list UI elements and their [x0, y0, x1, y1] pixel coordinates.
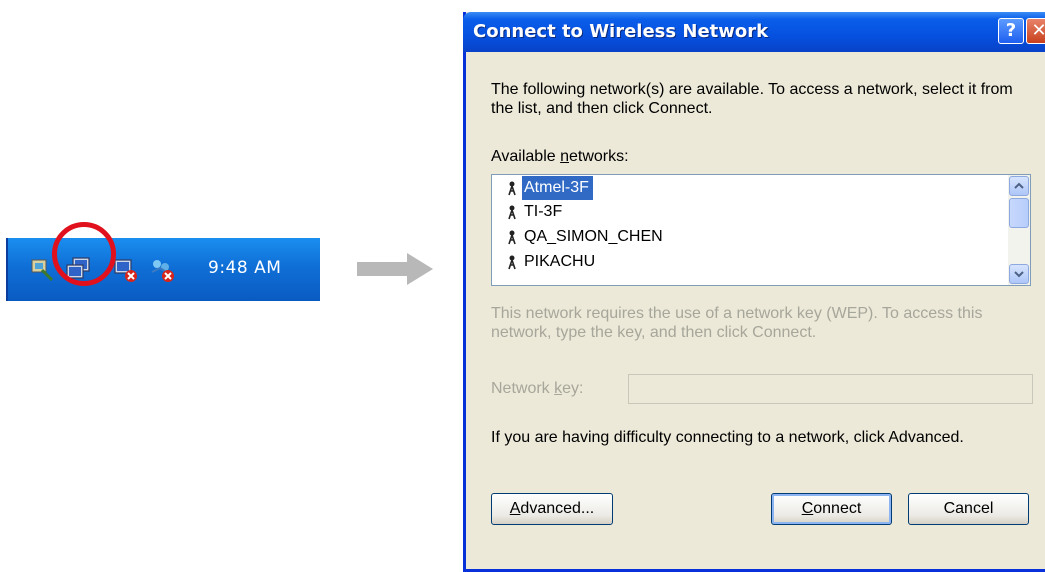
list-item[interactable]: TI-3F [492, 200, 1006, 224]
button-accelerator: C [801, 500, 814, 517]
label-accelerator: k [554, 380, 563, 397]
label-part: etworks: [569, 148, 629, 165]
wep-note: This network requires the use of a netwo… [491, 305, 983, 341]
intro-text: The following network(s) are available. … [491, 81, 1013, 117]
network-name: QA_SIMON_CHEN [524, 228, 663, 245]
antenna-icon [508, 205, 516, 220]
scroll-down-button[interactable] [1009, 264, 1029, 284]
right-arrow-icon [357, 253, 433, 285]
list-scrollbar[interactable] [1008, 175, 1030, 285]
network-name: PIKACHU [524, 253, 596, 270]
cancel-button[interactable]: Cancel [908, 493, 1029, 525]
close-icon: ✕ [1031, 20, 1045, 41]
label-part: Available [491, 148, 561, 165]
close-button[interactable]: ✕ [1026, 18, 1045, 44]
list-item[interactable]: PIKACHU [492, 250, 1006, 274]
scroll-up-button[interactable] [1009, 176, 1029, 196]
disconnected-network-icon[interactable] [112, 254, 140, 284]
advanced-button[interactable]: Advanced... [491, 493, 613, 525]
label-accelerator: n [560, 148, 569, 165]
network-key-field[interactable] [628, 374, 1033, 404]
antenna-icon [508, 255, 516, 270]
label-part: Network [491, 380, 555, 397]
connect-button[interactable]: Connect [771, 493, 892, 525]
label-part: ey: [562, 380, 584, 397]
dialog-title: Connect to Wireless Network [473, 21, 769, 42]
chevron-down-icon [1014, 271, 1024, 278]
network-name: Atmel-3F [522, 176, 593, 200]
help-icon: ? [1005, 20, 1017, 41]
network-name: TI-3F [524, 203, 563, 220]
scroll-thumb[interactable] [1009, 198, 1029, 228]
advanced-note: If you are having difficulty connecting … [491, 429, 964, 446]
button-label: onnect [813, 500, 862, 517]
help-button[interactable]: ? [998, 18, 1024, 44]
antenna-icon [508, 230, 516, 245]
list-item[interactable]: QA_SIMON_CHEN [492, 225, 1006, 249]
chevron-up-icon [1014, 182, 1024, 189]
title-bar[interactable]: Connect to Wireless Network ? ✕ [463, 12, 1045, 52]
list-item[interactable]: Atmel-3F [492, 176, 1006, 200]
connect-wireless-dialog: Connect to Wireless Network ? ✕ The foll… [463, 12, 1045, 572]
networks-listbox[interactable]: Atmel-3F TI-3F QA_SIMON_CHEN PIKACHU [491, 174, 1031, 286]
network-key-label: Network key: [491, 379, 583, 398]
available-networks-label: Available networks: [491, 147, 629, 166]
antenna-icon [508, 181, 516, 196]
highlight-circle [52, 222, 116, 286]
tray-clock[interactable]: 9:48 AM [208, 258, 281, 278]
button-accelerator: A [509, 500, 521, 517]
network-error-icon[interactable] [148, 254, 176, 284]
button-label: dvanced... [520, 500, 595, 517]
